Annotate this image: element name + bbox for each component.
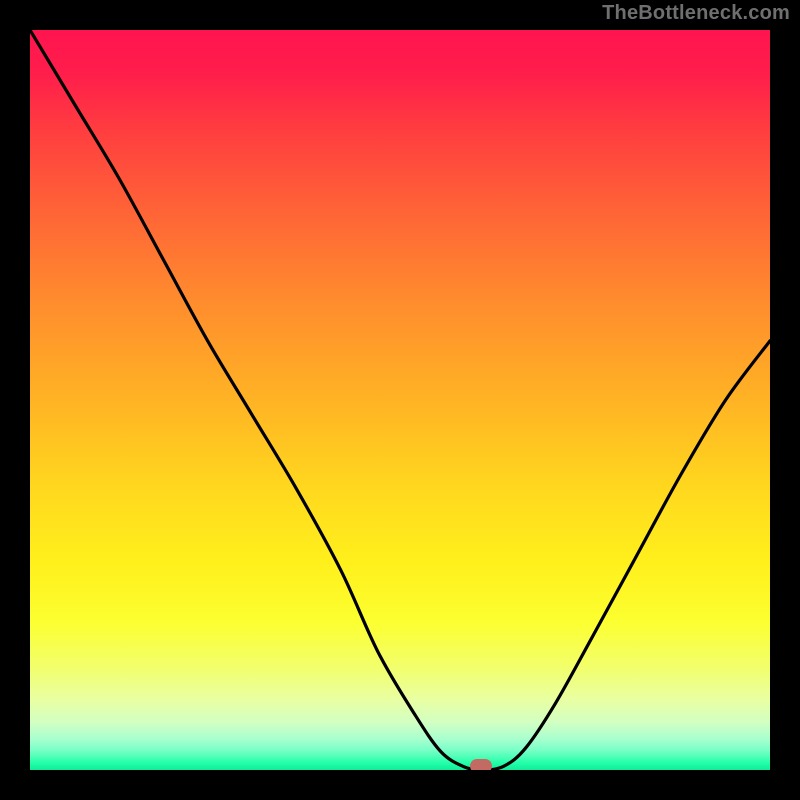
optimum-marker: [470, 759, 492, 770]
bottleneck-curve: [30, 30, 770, 770]
plot-area: [30, 30, 770, 770]
watermark-text: TheBottleneck.com: [602, 2, 790, 25]
chart-container: TheBottleneck.com: [0, 0, 800, 800]
